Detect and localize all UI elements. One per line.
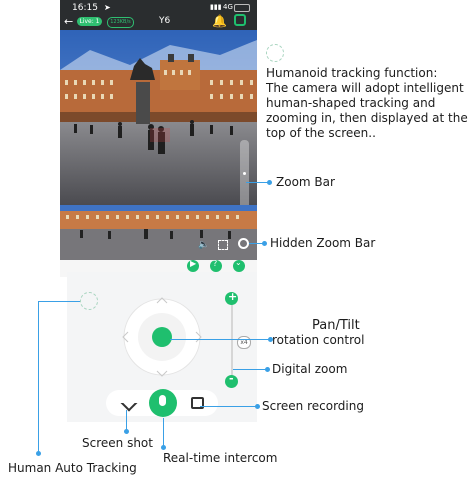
screen-recording-callout-line — [200, 406, 258, 407]
playback-glyph: ▶ — [190, 259, 197, 268]
screen-shot-label: Screen shot — [82, 436, 153, 450]
rotation-control-label: rotation control — [272, 333, 365, 347]
human-tracking-icon[interactable] — [80, 292, 98, 310]
digital-zoom-track[interactable] — [231, 305, 233, 375]
human-tracking-callout-line-v — [38, 301, 39, 454]
hidden-zoom-bar-gear-icon[interactable] — [238, 238, 249, 249]
camera-view-zoomed — [60, 205, 257, 260]
human-tracking-callout-line-h — [38, 301, 80, 302]
zoom-bar-handle[interactable] — [243, 172, 246, 175]
status-time: 16:15 — [72, 3, 98, 13]
live-badge: Live: 1 — [77, 17, 102, 26]
zoom-level-badge: x4 — [237, 336, 251, 349]
humanoid-tracking-icon — [266, 44, 284, 62]
fullscreen-icon[interactable] — [218, 240, 228, 250]
bell-icon[interactable]: 🔔 — [212, 14, 227, 28]
back-arrow-icon[interactable]: ← — [64, 15, 73, 28]
pan-tilt-callout-line — [170, 339, 270, 340]
human-auto-tracking-label: Human Auto Tracking — [8, 461, 137, 475]
screen-recording-callout-dot — [255, 404, 260, 409]
minus-glyph: - — [229, 372, 234, 385]
screen-shot-callout-dot — [124, 429, 129, 434]
humanoid-desc-1: The camera will adopt intelligent — [266, 81, 464, 95]
real-time-intercom-label: Real-time intercom — [163, 451, 278, 465]
hidden-zoom-bar-callout-dot — [262, 241, 267, 246]
help-glyph: ? — [213, 259, 218, 268]
gear-icon[interactable] — [234, 14, 246, 26]
digital-zoom-callout-dot — [265, 367, 270, 372]
status-bar: 16:15 ➤ ← Live: 1 123KB/s Y6 ▮▮▮ 4G 🔔 — [60, 0, 257, 30]
camera-name: Y6 — [159, 16, 171, 26]
speaker-icon[interactable]: 🔈 — [198, 240, 209, 250]
pan-tilt-joystick[interactable] — [152, 327, 172, 347]
pan-tilt-label: Pan/Tilt — [312, 318, 360, 333]
network-type: 4G — [223, 3, 233, 11]
humanoid-title: Humanoid tracking function: — [266, 66, 438, 80]
intercom-callout-line — [163, 418, 164, 446]
video-record-icon[interactable] — [191, 397, 204, 409]
digital-zoom-label: Digital zoom — [272, 362, 348, 376]
plus-glyph: + — [228, 290, 238, 303]
screen-recording-label: Screen recording — [262, 399, 364, 413]
microphone-glyph — [159, 395, 166, 406]
zoom-bar-callout-dot — [267, 180, 272, 185]
humanoid-desc-4: top of the screen.. — [266, 126, 376, 140]
digital-zoom-callout-line — [233, 369, 267, 370]
hidden-zoom-bar-label: Hidden Zoom Bar — [270, 236, 376, 250]
location-arrow-icon: ➤ — [104, 3, 111, 12]
signal-icon: ▮▮▮ — [210, 3, 222, 11]
chevron-glyph: ⌄ — [235, 258, 242, 267]
rate-badge: 123KB/s — [107, 17, 134, 28]
zoom-bar[interactable] — [240, 140, 249, 210]
intercom-callout-dot — [161, 445, 166, 450]
battery-icon — [234, 4, 250, 12]
humanoid-desc-2: human-shaped tracking and — [266, 96, 436, 110]
humanoid-desc-3: zooming in, then displayed at the — [266, 111, 468, 125]
human-tracking-callout-dot — [36, 451, 41, 456]
zoom-bar-label: Zoom Bar — [276, 175, 335, 189]
camera-view-main — [60, 30, 257, 205]
